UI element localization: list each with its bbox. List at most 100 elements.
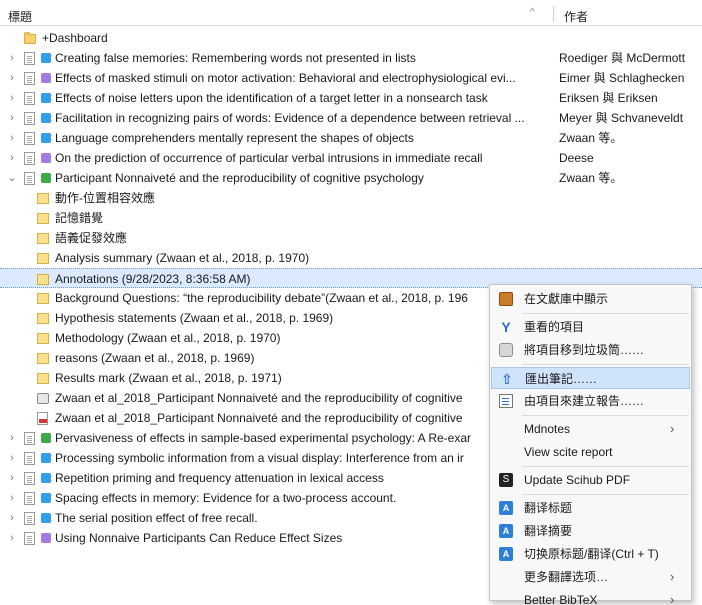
column-divider[interactable] [553,6,554,22]
document-icon [24,92,35,105]
menu-item[interactable]: View scite report [491,441,690,463]
menu-item-label: 更多翻譯选项… [524,570,609,584]
expand-chevron-right-icon[interactable]: › [6,488,18,508]
item-row[interactable]: +Dashboard [0,28,702,48]
expand-chevron-right-icon[interactable]: › [6,148,18,168]
menu-item-label: Better BibTeX [524,593,598,605]
column-header: 標題 ^ 作者 [0,0,702,26]
document-icon [24,52,35,65]
menu-item[interactable]: 在文獻庫中顯示 [491,288,690,310]
colored-tag-icon [41,453,51,463]
expand-chevron-right-icon[interactable]: › [6,88,18,108]
sort-ascending-icon: ^ [530,7,535,18]
colored-tag-icon [41,73,51,83]
child-item-title: Methodology (Zwaan et al., 2018, p. 1970… [55,331,281,345]
trash-icon [499,343,513,357]
item-title: Effects of masked stimuli on motor activ… [55,71,516,85]
child-item-row[interactable]: 語義促發效應 [0,228,702,248]
note-icon [37,333,49,344]
scihub-icon: S [499,473,513,487]
author-column-header[interactable]: 作者 [564,8,588,25]
menu-item-label: 切换原标题/翻译(Ctrl + T) [524,547,659,561]
expand-chevron-right-icon[interactable]: › [6,48,18,68]
expand-chevron-right-icon[interactable]: › [6,108,18,128]
colored-tag-icon [41,133,51,143]
child-item-row[interactable]: 記憶錯覺 [0,208,702,228]
child-item-row[interactable]: 動作-位置相容效應 [0,188,702,208]
menu-item-label: Mdnotes [524,422,571,436]
colored-tag-icon [41,533,51,543]
item-row[interactable]: › Language comprehenders mentally represe… [0,128,702,148]
item-title: Using Nonnaive Participants Can Reduce E… [55,531,343,545]
menu-item[interactable]: Mdnotes › [491,418,690,440]
note-icon [37,193,49,204]
report-icon [499,394,513,408]
child-item-title: Hypothesis statements (Zwaan et al., 201… [55,311,334,325]
item-row[interactable]: › Effects of masked stimuli on motor acti… [0,68,702,88]
expand-chevron-right-icon[interactable]: › [6,508,18,528]
note-icon [37,293,49,304]
expand-chevron-right-icon[interactable]: › [6,128,18,148]
menu-item[interactable]: ⇧ 匯出筆記…… [491,367,690,389]
menu-item[interactable]: A 翻译摘要 [491,520,690,542]
child-item-title: 記憶錯覺 [55,211,104,225]
colored-tag-icon [41,473,51,483]
duplicate-items-icon: Y [501,319,511,335]
item-row[interactable]: › Creating false memories: Remembering wo… [0,48,702,68]
item-row[interactable]: › On the prediction of occurrence of part… [0,148,702,168]
colored-tag-icon [41,93,51,103]
expand-chevron-right-icon[interactable]: › [6,528,18,548]
context-menu: 在文獻庫中顯示 Y 重看的項目將項目移到垃圾筒…… ⇧ 匯出筆記…… 由項目來建立報告……… [489,284,692,605]
submenu-chevron-right-icon: › [670,592,675,605]
title-column-header[interactable]: 標題 [8,8,32,25]
menu-item-label: 在文獻庫中顯示 [524,292,609,306]
item-title: Processing symbolic information from a v… [55,451,464,465]
expand-chevron-right-icon[interactable]: › [6,448,18,468]
menu-separator [522,415,689,416]
item-title: Language comprehenders mentally represen… [55,131,414,145]
note-icon [37,213,49,224]
item-title: Pervasiveness of effects in sample-based… [55,431,471,445]
menu-separator [522,364,689,365]
expand-chevron-down-icon[interactable]: ⌄ [6,168,18,188]
item-author: Eimer 與 Schlaghecken [559,71,685,85]
item-author: Eriksen 與 Eriksen [559,91,658,105]
menu-item[interactable]: Y 重看的項目 [491,316,690,338]
item-author: Zwaan 等。 [559,171,623,185]
menu-item[interactable]: 將項目移到垃圾筒…… [491,339,690,361]
colored-tag-icon [41,53,51,63]
child-item-row[interactable]: Analysis summary (Zwaan et al., 2018, p.… [0,248,702,268]
child-item-title: Annotations (9/28/2023, 8:36:58 AM) [55,272,251,286]
note-icon [37,373,49,384]
menu-item[interactable]: S Update Scihub PDF [491,469,690,491]
item-title: Effects of noise letters upon the identi… [55,91,488,105]
document-icon [24,432,35,445]
menu-item-label: 由項目來建立報告…… [524,394,645,408]
export-arrow-icon: ⇧ [501,371,513,387]
menu-item-label: 將項目移到垃圾筒…… [524,343,645,357]
note-icon [37,233,49,244]
item-title: Creating false memories: Remembering wor… [55,51,416,65]
colored-tag-icon [41,173,51,183]
menu-item[interactable]: 由項目來建立報告…… [491,390,690,412]
document-icon [24,532,35,545]
expand-chevron-right-icon[interactable]: › [6,468,18,488]
expand-chevron-right-icon[interactable]: › [6,428,18,448]
menu-item[interactable]: A 翻译标题 [491,497,690,519]
menu-separator [522,494,689,495]
child-item-title: Analysis summary (Zwaan et al., 2018, p.… [55,251,310,265]
expand-chevron-right-icon[interactable]: › [6,68,18,88]
item-title: Facilitation in recognizing pairs of wor… [55,111,525,125]
submenu-chevron-right-icon: › [670,569,675,584]
item-title: On the prediction of occurrence of parti… [55,151,483,165]
menu-item[interactable]: 更多翻譯选项… › [491,566,690,588]
library-box-icon [499,292,513,306]
menu-item[interactable]: A 切换原标题/翻译(Ctrl + T) [491,543,690,565]
item-author: Meyer 與 Schvaneveldt [559,111,684,125]
item-row[interactable]: › Facilitation in recognizing pairs of wo… [0,108,702,128]
menu-item[interactable]: Better BibTeX › [491,589,690,605]
item-row[interactable]: › Effects of noise letters upon the ident… [0,88,702,108]
item-row[interactable]: ⌄ Participant Nonnaiveté and the reproduc… [0,168,702,188]
note-icon [37,353,49,364]
item-title: Repetition priming and frequency attenua… [55,471,384,485]
